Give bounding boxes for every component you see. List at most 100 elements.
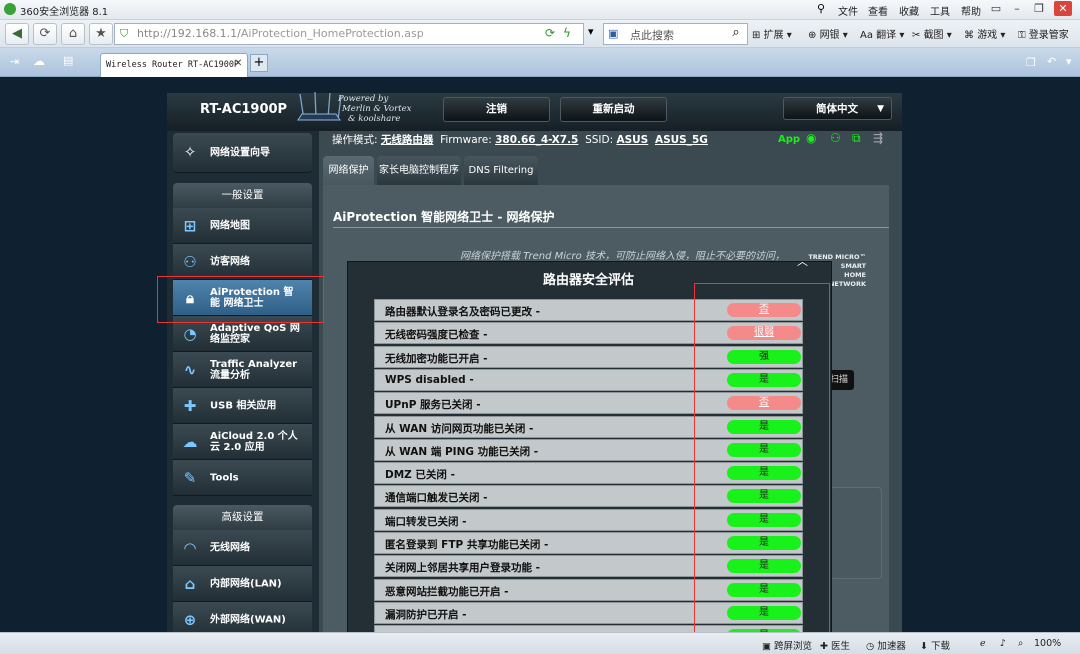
zoom-level[interactable]: 100% <box>1034 638 1061 649</box>
toolbar-translate[interactable]: Aa 翻译 ▾ <box>860 26 904 41</box>
browser-title: 360安全浏览器 8.1 <box>20 7 109 18</box>
tab-parental-control[interactable]: 家长电脑控制程序 <box>377 156 461 186</box>
wifi-status-icon[interactable]: ◉ <box>806 131 816 145</box>
toolbar-login-manager[interactable]: ⚿ 登录管家 <box>1018 26 1069 41</box>
ssid-5g-link[interactable]: ASUS_5G <box>655 134 708 146</box>
sidebar-item-wireless[interactable]: ◠ 无线网络 <box>173 530 312 566</box>
router-image-icon <box>296 90 342 126</box>
maximize-icon[interactable]: ❐ <box>1030 1 1048 16</box>
ie-icon[interactable]: ℯ <box>980 638 986 649</box>
url-text[interactable]: http://192.168.1.1/AiProtection_HomeProt… <box>137 27 424 40</box>
wrench-icon: ✎ <box>183 469 197 487</box>
sidebar-item-network-map[interactable]: ⊞ 网络地图 <box>173 208 312 244</box>
assessment-label: 无线加密功能已开启 - <box>385 352 488 365</box>
browser-nav-bar: ◀ ⟳ ⌂ ★ ⛉ http://192.168.1.1/AiProtectio… <box>0 20 1080 48</box>
zoom-icon[interactable]: ⌕ <box>1018 638 1023 649</box>
assessment-label: DMZ 已关闭 - <box>385 469 455 482</box>
sidebar-item-traffic-analyzer[interactable]: ∿ Traffic Analyzer 流量分析 <box>173 352 312 388</box>
home-lan-icon: ⌂ <box>184 575 196 593</box>
chevron-down-icon: ▼ <box>877 104 884 114</box>
mode-link[interactable]: 无线路由器 <box>381 134 434 146</box>
tab-title: Wireless Router RT-AC1900P <box>106 60 240 70</box>
status-doctor[interactable]: ✚ 医生 <box>820 638 850 652</box>
toolbar-extensions[interactable]: ⊞ 扩展 ▾ <box>752 26 792 41</box>
back-icon[interactable]: ◀ <box>5 23 29 45</box>
toolbar-screenshot[interactable]: ✂ 截图 ▾ <box>912 26 952 41</box>
browser-status-bar: ▣ 跨屏浏览 ✚ 医生 ◷ 加速器 ⬇ 下载 ℯ ♪ ⌕ 100% <box>0 632 1080 654</box>
menu-file[interactable]: 文件 <box>838 3 858 18</box>
toolbar-games[interactable]: ⌘ 游戏 ▾ <box>964 26 1005 41</box>
skin-icon[interactable]: ▭ <box>987 1 1005 16</box>
logout-button[interactable]: 注销 <box>443 97 550 122</box>
traffic-chart-icon: ∿ <box>183 361 197 379</box>
guest-status-icon[interactable]: ⚇ <box>830 131 841 145</box>
sidebar-item-usb[interactable]: ✚ USB 相关应用 <box>173 388 312 424</box>
assessment-label: 从 WAN 访问网页功能已关闭 - <box>385 422 534 435</box>
tab-list-icon[interactable]: ▾ <box>1066 55 1072 68</box>
assessment-label: WPS disabled - <box>385 373 474 386</box>
refresh-page-icon[interactable]: ⟳ <box>545 26 555 40</box>
hidden-panel <box>830 487 882 579</box>
menu-view[interactable]: 查看 <box>868 3 888 18</box>
ssid-24-link[interactable]: ASUS <box>616 134 648 146</box>
user-icon[interactable]: ⚲ <box>817 2 825 15</box>
security-shield-icon: ⛉ <box>120 27 129 40</box>
search-input[interactable]: 点此搜索 <box>630 27 674 43</box>
reboot-button[interactable]: 重新启动 <box>560 97 667 122</box>
sidebar-item-aicloud[interactable]: ☁ AiCloud 2.0 个人云 2.0 应用 <box>173 424 312 460</box>
usb-puzzle-icon: ✚ <box>183 397 197 415</box>
status-cross-screen[interactable]: ▣ 跨屏浏览 <box>762 638 812 652</box>
tab-network-protection[interactable]: 网络保护 <box>323 156 374 186</box>
search-engine-icon[interactable]: ▣ <box>608 27 618 40</box>
menu-help[interactable]: 帮助 <box>961 3 981 18</box>
sidebar-item-tools[interactable]: ✎ Tools <box>173 460 312 496</box>
sound-icon[interactable]: ♪ <box>1000 638 1006 649</box>
assessment-label: 匿名登录到 FTP 共享功能已关闭 - <box>385 539 549 551</box>
assessment-label: UPnP 服务已关闭 - <box>385 399 481 412</box>
network-status-icon[interactable]: ⧉ <box>852 131 861 146</box>
chevron-up-icon[interactable]: ︿ <box>797 253 808 269</box>
tab-dns-filtering[interactable]: DNS Filtering <box>464 156 538 186</box>
router-model: RT-AC1900P <box>200 102 288 117</box>
lightning-icon[interactable]: ϟ <box>563 26 571 40</box>
scan-button-edge[interactable]: 扫描 <box>830 370 854 390</box>
app-link[interactable]: App <box>778 134 800 145</box>
close-icon[interactable]: ✕ <box>1054 1 1072 16</box>
undo-close-icon[interactable]: ↶ <box>1047 55 1056 68</box>
cloud-icon: ☁ <box>182 433 198 451</box>
tab-close-icon[interactable]: ✕ <box>234 58 242 69</box>
sidebar-item-guest-network[interactable]: ⚇ 访客网络 <box>173 244 312 280</box>
menu-favorites[interactable]: 收藏 <box>899 3 919 18</box>
search-icon[interactable]: ⌕ <box>726 23 746 43</box>
tab-router[interactable]: Wireless Router RT-AC1900P ✕ <box>100 53 248 77</box>
sidebar-toggle-icon[interactable]: ⇥ <box>10 55 19 68</box>
dropdown-icon[interactable]: ▾ <box>588 25 594 38</box>
wifi-icon: ◠ <box>184 539 196 557</box>
refresh-icon[interactable]: ⟳ <box>33 23 57 45</box>
minimize-icon[interactable]: – <box>1008 1 1026 16</box>
sidebar-item-wan[interactable]: ⊕ 外部网络(WAN) <box>173 602 312 632</box>
address-bar[interactable]: ⛉ http://192.168.1.1/AiProtection_HomePr… <box>114 23 584 45</box>
assessment-label: 通信端口触发已关闭 - <box>385 492 488 505</box>
menu-tools[interactable]: 工具 <box>930 3 950 18</box>
cloud-icon[interactable]: ☁ <box>33 54 45 68</box>
assessment-label: 路由器默认登录名及密码已更改 - <box>385 306 541 318</box>
home-icon[interactable]: ⌂ <box>61 23 85 45</box>
sidebar-item-lan[interactable]: ⌂ 内部网络(LAN) <box>173 566 312 602</box>
restore-tab-icon[interactable]: ❐ <box>1026 56 1036 69</box>
advanced-settings-header: 高级设置 <box>173 505 312 530</box>
sidebar-item-wizard[interactable]: ✧ 网络设置向导 <box>173 133 312 173</box>
new-tab-icon[interactable]: + <box>250 54 268 72</box>
router-status-line: 操作模式: 无线路由器 Firmware: 380.66_4-X7.5 SSID… <box>332 134 708 146</box>
notes-icon[interactable]: ▤ <box>63 54 73 67</box>
language-select[interactable]: 简体中文 ▼ <box>783 97 892 120</box>
usb-status-icon[interactable]: ⇶ <box>873 131 883 145</box>
status-download[interactable]: ⬇ 下载 <box>920 638 950 652</box>
firmware-link[interactable]: 380.66_4-X7.5 <box>495 134 578 146</box>
favorite-star-icon[interactable]: ★ <box>89 23 113 45</box>
browser-title-bar: 360安全浏览器 8.1 ⚲ 文件 查看 收藏 工具 帮助 ▭ – ❐ ✕ <box>0 0 1080 20</box>
status-accelerator[interactable]: ◷ 加速器 <box>866 638 906 652</box>
general-settings-header: 一般设置 <box>173 183 312 208</box>
toolbar-banking[interactable]: ⊕ 网银 ▾ <box>808 26 848 41</box>
assessment-label: 关闭网上邻居共享用户登录功能 - <box>385 562 541 575</box>
